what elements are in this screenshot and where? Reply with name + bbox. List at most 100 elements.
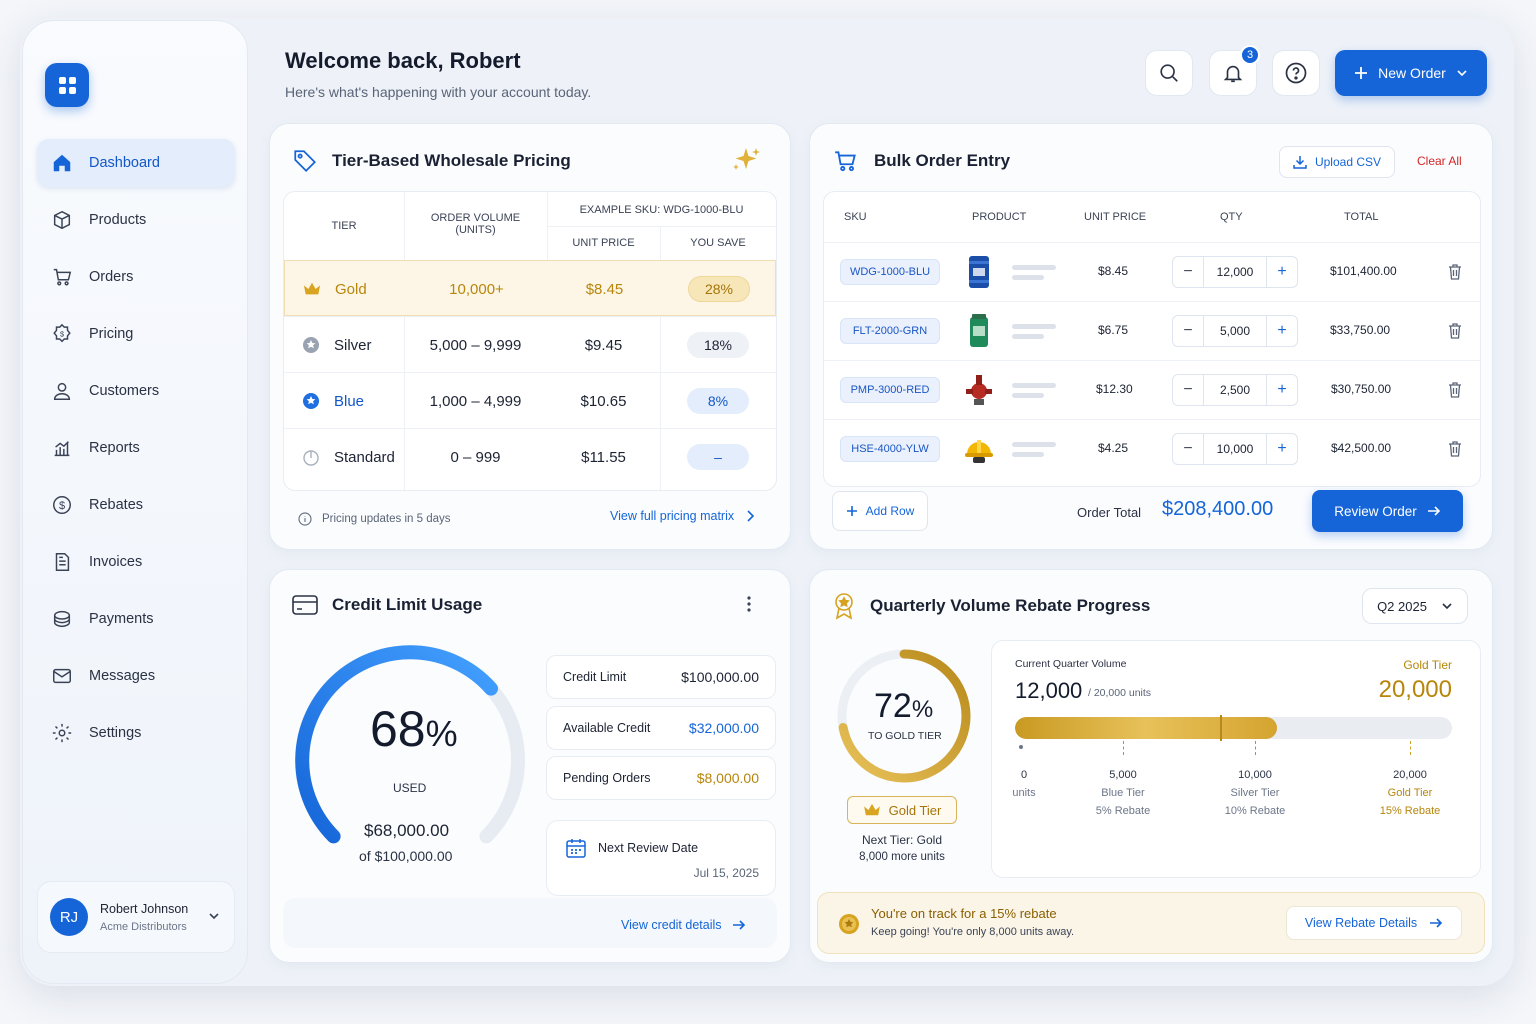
gold-coin-icon xyxy=(839,914,859,934)
tick-5000: 5,000 Blue Tier 5% Rebate xyxy=(1095,769,1151,817)
sku-tag: FLT-2000-GRN xyxy=(840,318,940,344)
red-pump-product-icon xyxy=(966,375,992,405)
credit-percent: 68% xyxy=(370,701,458,757)
order-total-label: Order Total xyxy=(1077,505,1142,520)
crown-icon xyxy=(303,282,321,295)
increment-button[interactable]: + xyxy=(1267,316,1297,346)
sidebar-item-label: Invoices xyxy=(89,554,143,570)
clear-all-button[interactable]: Clear All xyxy=(1417,154,1462,168)
table-row[interactable]: Standard 0 – 999 $11.55 – xyxy=(284,428,776,484)
increment-button[interactable]: + xyxy=(1267,375,1297,405)
quarter-select[interactable]: Q2 2025 xyxy=(1362,588,1468,624)
sidebar-item-invoices[interactable]: Invoices xyxy=(37,538,235,586)
sidebar-item-rebates[interactable]: $ Rebates xyxy=(37,481,235,529)
sidebar-item-label: Orders xyxy=(89,269,134,285)
tier-name: Gold xyxy=(335,280,367,298)
search-button[interactable] xyxy=(1145,50,1193,96)
app-logo[interactable] xyxy=(45,63,89,107)
help-button[interactable] xyxy=(1272,50,1320,96)
decrement-button[interactable]: − xyxy=(1173,375,1203,405)
col-header-unit-price: UNIT PRICE xyxy=(572,237,635,249)
quantity-input[interactable]: 2,500 xyxy=(1203,375,1267,405)
yellow-helmet-product-icon xyxy=(965,440,993,463)
quantity-input[interactable]: 10,000 xyxy=(1203,434,1267,464)
credit-card-icon xyxy=(292,595,318,615)
tier-price: $11.55 xyxy=(581,448,626,466)
next-review-date: Jul 15, 2025 xyxy=(693,866,759,880)
upload-csv-button[interactable]: Upload CSV xyxy=(1279,146,1395,178)
trash-icon[interactable] xyxy=(1448,264,1462,280)
line-total: $42,500.00 xyxy=(1331,441,1392,455)
sidebar-item-settings[interactable]: Settings xyxy=(37,709,235,757)
increment-button[interactable]: + xyxy=(1267,434,1297,464)
sidebar-item-products[interactable]: Products xyxy=(37,196,235,244)
table-row[interactable]: Blue 1,000 – 4,999 $10.65 8% xyxy=(284,372,776,428)
sidebar-item-dashboard[interactable]: Dashboard xyxy=(37,139,235,187)
cart-icon xyxy=(835,151,856,172)
decrement-button[interactable]: − xyxy=(1173,434,1203,464)
decrement-button[interactable]: − xyxy=(1173,257,1203,287)
notifications-button[interactable]: 3 xyxy=(1209,45,1260,96)
view-rebate-details-button[interactable]: View Rebate Details xyxy=(1286,906,1462,940)
line-total: $33,750.00 xyxy=(1330,323,1391,337)
trash-icon[interactable] xyxy=(1448,382,1462,398)
product-name-placeholder xyxy=(1012,383,1056,403)
user-profile[interactable]: RJ Robert Johnson Acme Distributors xyxy=(37,881,235,953)
svg-text:$: $ xyxy=(59,500,65,512)
add-row-button[interactable]: Add Row xyxy=(832,491,928,531)
credit-used-amount: $68,000.00 xyxy=(364,821,450,840)
sku-tag: HSE-4000-YLW xyxy=(840,436,940,462)
quantity-stepper[interactable]: −10,000 + xyxy=(1172,433,1298,465)
sidebar-item-customers[interactable]: Customers xyxy=(37,367,235,415)
volume-progress-bar xyxy=(1015,717,1452,739)
price-badge-icon: $ xyxy=(53,323,71,343)
quantity-input[interactable]: 5,000 xyxy=(1203,316,1267,346)
sidebar-item-label: Dashboard xyxy=(89,155,160,171)
chevron-down-icon xyxy=(209,913,219,920)
green-filter-product-icon xyxy=(970,314,988,347)
quantity-stepper[interactable]: −2,500 + xyxy=(1172,374,1298,406)
document-icon xyxy=(55,553,70,571)
new-order-button[interactable]: New Order xyxy=(1335,50,1487,96)
bar-chart-icon xyxy=(54,441,70,457)
view-credit-details-link[interactable]: View credit details xyxy=(621,918,746,932)
tier-price: $8.45 xyxy=(585,280,624,298)
target-tier-label: Gold Tier xyxy=(1403,658,1452,672)
sidebar-item-payments[interactable]: Payments xyxy=(37,595,235,643)
sidebar: Dashboard Products Orders $ Pricing Cust… xyxy=(22,20,248,984)
sidebar-item-reports[interactable]: Reports xyxy=(37,424,235,472)
search-icon xyxy=(1160,64,1178,82)
bulk-order-title: Bulk Order Entry xyxy=(874,151,1011,170)
quantity-input[interactable]: 12,000 xyxy=(1203,257,1267,287)
more-vertical-icon[interactable] xyxy=(746,595,752,613)
trash-icon[interactable] xyxy=(1448,323,1462,339)
tier-volume: 5,000 – 9,999 xyxy=(429,336,522,354)
target-tier-value: 20,000 xyxy=(1378,676,1452,703)
view-pricing-matrix-link[interactable]: View full pricing matrix xyxy=(610,509,758,523)
new-order-label: New Order xyxy=(1378,65,1446,81)
trash-icon[interactable] xyxy=(1448,441,1462,457)
tier-name: Standard xyxy=(334,448,395,466)
tick-20000: 20,000 Gold Tier 15% Rebate xyxy=(1379,769,1441,817)
table-row[interactable]: Gold 10,000+ $8.45 28% xyxy=(284,260,776,316)
sidebar-item-label: Products xyxy=(89,212,147,228)
tick-10000: 10,000 Silver Tier 10% Rebate xyxy=(1224,769,1286,817)
tier-volume: 10,000+ xyxy=(449,280,504,298)
increment-button[interactable]: + xyxy=(1267,257,1297,287)
user-company: Acme Distributors xyxy=(100,920,187,933)
quantity-stepper[interactable]: −5,000 + xyxy=(1172,315,1298,347)
sidebar-item-label: Payments xyxy=(89,611,154,627)
timer-icon xyxy=(303,450,319,466)
decrement-button[interactable]: − xyxy=(1173,316,1203,346)
col-header-volume: ORDER VOLUME (UNITS) xyxy=(430,212,521,236)
pricing-update-note: Pricing updates in 5 days xyxy=(298,512,451,526)
table-row: HSE-4000-YLW $4.25 −10,000 + $42,500.00 xyxy=(824,419,1480,478)
sidebar-item-orders[interactable]: Orders xyxy=(37,253,235,301)
quantity-stepper[interactable]: −12,000 + xyxy=(1172,256,1298,288)
pricing-card: Tier-Based Wholesale Pricing TIER ORDER … xyxy=(269,123,791,550)
review-order-button[interactable]: Review Order xyxy=(1312,490,1463,532)
rebate-ring-label: TO GOLD TIER xyxy=(868,730,942,742)
sidebar-item-messages[interactable]: Messages xyxy=(37,652,235,700)
sidebar-item-pricing[interactable]: $ Pricing xyxy=(37,310,235,358)
table-row[interactable]: Silver 5,000 – 9,999 $9.45 18% xyxy=(284,316,776,372)
